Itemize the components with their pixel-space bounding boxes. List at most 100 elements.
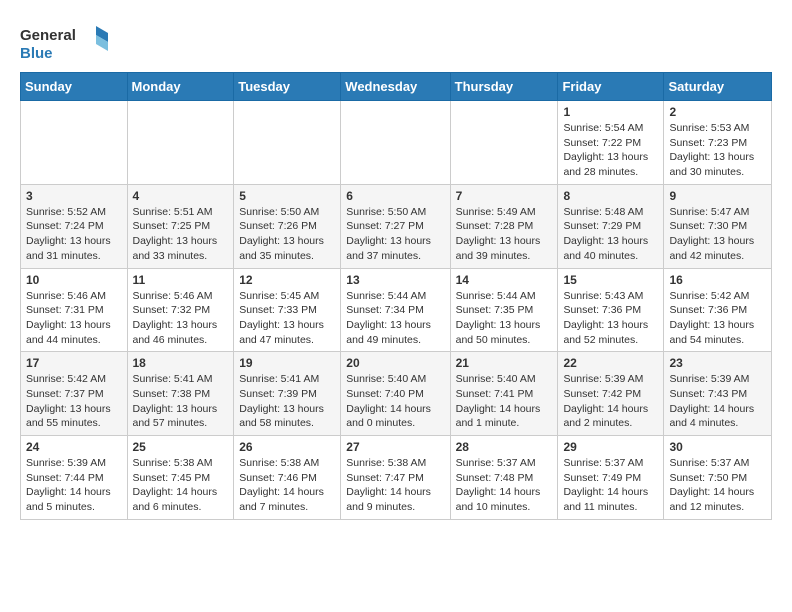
- day-info: Sunrise: 5:52 AM Sunset: 7:24 PM Dayligh…: [26, 205, 122, 264]
- day-info: Sunrise: 5:37 AM Sunset: 7:49 PM Dayligh…: [563, 456, 658, 515]
- calendar-week-row: 1 Sunrise: 5:54 AM Sunset: 7:22 PM Daylig…: [21, 101, 772, 185]
- day-info: Sunrise: 5:38 AM Sunset: 7:47 PM Dayligh…: [346, 456, 444, 515]
- calendar-cell: 13 Sunrise: 5:44 AM Sunset: 7:34 PM Dayli…: [341, 268, 450, 352]
- day-number: 6: [346, 189, 444, 203]
- day-info: Sunrise: 5:38 AM Sunset: 7:46 PM Dayligh…: [239, 456, 335, 515]
- day-info: Sunrise: 5:50 AM Sunset: 7:26 PM Dayligh…: [239, 205, 335, 264]
- day-info: Sunrise: 5:48 AM Sunset: 7:29 PM Dayligh…: [563, 205, 658, 264]
- day-info: Sunrise: 5:44 AM Sunset: 7:35 PM Dayligh…: [456, 289, 553, 348]
- day-number: 26: [239, 440, 335, 454]
- day-info: Sunrise: 5:54 AM Sunset: 7:22 PM Dayligh…: [563, 121, 658, 180]
- day-info: Sunrise: 5:39 AM Sunset: 7:44 PM Dayligh…: [26, 456, 122, 515]
- calendar-cell: 14 Sunrise: 5:44 AM Sunset: 7:35 PM Dayli…: [450, 268, 558, 352]
- day-number: 20: [346, 356, 444, 370]
- calendar-cell: [450, 101, 558, 185]
- day-info: Sunrise: 5:50 AM Sunset: 7:27 PM Dayligh…: [346, 205, 444, 264]
- day-info: Sunrise: 5:47 AM Sunset: 7:30 PM Dayligh…: [669, 205, 766, 264]
- calendar-week-row: 10 Sunrise: 5:46 AM Sunset: 7:31 PM Dayli…: [21, 268, 772, 352]
- calendar-cell: 25 Sunrise: 5:38 AM Sunset: 7:45 PM Dayli…: [127, 436, 234, 520]
- calendar-cell: 5 Sunrise: 5:50 AM Sunset: 7:26 PM Daylig…: [234, 184, 341, 268]
- day-number: 25: [133, 440, 229, 454]
- day-number: 14: [456, 273, 553, 287]
- calendar-cell: 1 Sunrise: 5:54 AM Sunset: 7:22 PM Daylig…: [558, 101, 664, 185]
- calendar-cell: 29 Sunrise: 5:37 AM Sunset: 7:49 PM Dayli…: [558, 436, 664, 520]
- page-header: General Blue: [20, 16, 772, 64]
- day-info: Sunrise: 5:45 AM Sunset: 7:33 PM Dayligh…: [239, 289, 335, 348]
- calendar-week-row: 17Sunrise: 5:42 AM Sunset: 7:37 PM Dayli…: [21, 352, 772, 436]
- logo: General Blue: [20, 22, 110, 64]
- weekday-header: Wednesday: [341, 73, 450, 101]
- calendar-header-row: SundayMondayTuesdayWednesdayThursdayFrid…: [21, 73, 772, 101]
- day-number: 12: [239, 273, 335, 287]
- calendar-cell: 3 Sunrise: 5:52 AM Sunset: 7:24 PM Daylig…: [21, 184, 128, 268]
- calendar-cell: 17Sunrise: 5:42 AM Sunset: 7:37 PM Dayli…: [21, 352, 128, 436]
- day-number: 3: [26, 189, 122, 203]
- weekday-header: Saturday: [664, 73, 772, 101]
- calendar-cell: 21 Sunrise: 5:40 AM Sunset: 7:41 PM Dayli…: [450, 352, 558, 436]
- weekday-header: Friday: [558, 73, 664, 101]
- day-number: 16: [669, 273, 766, 287]
- day-number: 10: [26, 273, 122, 287]
- day-number: 27: [346, 440, 444, 454]
- day-number: 13: [346, 273, 444, 287]
- day-number: 21: [456, 356, 553, 370]
- calendar-cell: 4Sunrise: 5:51 AM Sunset: 7:25 PM Daylig…: [127, 184, 234, 268]
- day-info: Sunrise: 5:42 AM Sunset: 7:37 PM Dayligh…: [26, 372, 122, 431]
- calendar-cell: 7 Sunrise: 5:49 AM Sunset: 7:28 PM Daylig…: [450, 184, 558, 268]
- calendar-cell: 26 Sunrise: 5:38 AM Sunset: 7:46 PM Dayli…: [234, 436, 341, 520]
- day-info: Sunrise: 5:37 AM Sunset: 7:50 PM Dayligh…: [669, 456, 766, 515]
- day-number: 19: [239, 356, 335, 370]
- calendar-cell: 16Sunrise: 5:42 AM Sunset: 7:36 PM Dayli…: [664, 268, 772, 352]
- logo-svg: General Blue: [20, 22, 110, 64]
- day-info: Sunrise: 5:39 AM Sunset: 7:42 PM Dayligh…: [563, 372, 658, 431]
- day-number: 2: [669, 105, 766, 119]
- day-number: 8: [563, 189, 658, 203]
- calendar-week-row: 24Sunrise: 5:39 AM Sunset: 7:44 PM Dayli…: [21, 436, 772, 520]
- svg-text:General: General: [20, 27, 76, 44]
- weekday-header: Sunday: [21, 73, 128, 101]
- calendar-cell: 18Sunrise: 5:41 AM Sunset: 7:38 PM Dayli…: [127, 352, 234, 436]
- svg-text:Blue: Blue: [20, 45, 53, 62]
- calendar-cell: 11Sunrise: 5:46 AM Sunset: 7:32 PM Dayli…: [127, 268, 234, 352]
- day-info: Sunrise: 5:46 AM Sunset: 7:31 PM Dayligh…: [26, 289, 122, 348]
- day-info: Sunrise: 5:49 AM Sunset: 7:28 PM Dayligh…: [456, 205, 553, 264]
- weekday-header: Tuesday: [234, 73, 341, 101]
- calendar-cell: 28 Sunrise: 5:37 AM Sunset: 7:48 PM Dayli…: [450, 436, 558, 520]
- day-number: 1: [563, 105, 658, 119]
- calendar-cell: 19 Sunrise: 5:41 AM Sunset: 7:39 PM Dayli…: [234, 352, 341, 436]
- calendar-cell: 2Sunrise: 5:53 AM Sunset: 7:23 PM Daylig…: [664, 101, 772, 185]
- day-info: Sunrise: 5:44 AM Sunset: 7:34 PM Dayligh…: [346, 289, 444, 348]
- calendar-cell: 9Sunrise: 5:47 AM Sunset: 7:30 PM Daylig…: [664, 184, 772, 268]
- calendar-cell: 27 Sunrise: 5:38 AM Sunset: 7:47 PM Dayli…: [341, 436, 450, 520]
- calendar-cell: 23Sunrise: 5:39 AM Sunset: 7:43 PM Dayli…: [664, 352, 772, 436]
- day-number: 7: [456, 189, 553, 203]
- calendar-cell: 22 Sunrise: 5:39 AM Sunset: 7:42 PM Dayli…: [558, 352, 664, 436]
- calendar-cell: 15 Sunrise: 5:43 AM Sunset: 7:36 PM Dayli…: [558, 268, 664, 352]
- day-number: 23: [669, 356, 766, 370]
- day-number: 28: [456, 440, 553, 454]
- calendar-cell: 8 Sunrise: 5:48 AM Sunset: 7:29 PM Daylig…: [558, 184, 664, 268]
- weekday-header: Monday: [127, 73, 234, 101]
- day-info: Sunrise: 5:43 AM Sunset: 7:36 PM Dayligh…: [563, 289, 658, 348]
- calendar-cell: 24Sunrise: 5:39 AM Sunset: 7:44 PM Dayli…: [21, 436, 128, 520]
- day-number: 22: [563, 356, 658, 370]
- calendar-table: SundayMondayTuesdayWednesdayThursdayFrid…: [20, 72, 772, 520]
- day-number: 11: [133, 273, 229, 287]
- day-number: 5: [239, 189, 335, 203]
- day-info: Sunrise: 5:38 AM Sunset: 7:45 PM Dayligh…: [133, 456, 229, 515]
- day-number: 30: [669, 440, 766, 454]
- calendar-cell: [21, 101, 128, 185]
- calendar-cell: 10 Sunrise: 5:46 AM Sunset: 7:31 PM Dayli…: [21, 268, 128, 352]
- day-number: 18: [133, 356, 229, 370]
- day-number: 29: [563, 440, 658, 454]
- day-info: Sunrise: 5:37 AM Sunset: 7:48 PM Dayligh…: [456, 456, 553, 515]
- day-info: Sunrise: 5:40 AM Sunset: 7:40 PM Dayligh…: [346, 372, 444, 431]
- day-info: Sunrise: 5:51 AM Sunset: 7:25 PM Dayligh…: [133, 205, 229, 264]
- weekday-header: Thursday: [450, 73, 558, 101]
- day-info: Sunrise: 5:41 AM Sunset: 7:39 PM Dayligh…: [239, 372, 335, 431]
- day-info: Sunrise: 5:40 AM Sunset: 7:41 PM Dayligh…: [456, 372, 553, 431]
- calendar-cell: [127, 101, 234, 185]
- day-number: 15: [563, 273, 658, 287]
- calendar-week-row: 3 Sunrise: 5:52 AM Sunset: 7:24 PM Daylig…: [21, 184, 772, 268]
- calendar-cell: [341, 101, 450, 185]
